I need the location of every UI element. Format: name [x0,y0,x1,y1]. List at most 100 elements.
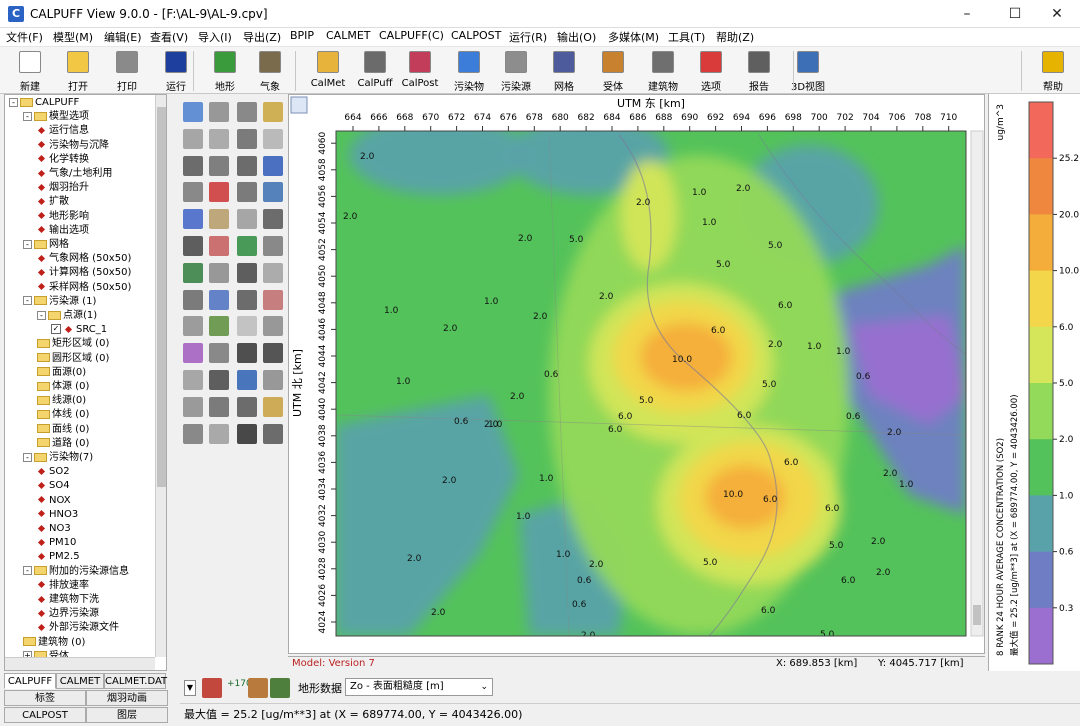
tool-palette-icon[interactable] [183,316,203,337]
tool-palette-icon[interactable] [183,102,203,122]
tool-palette-icon[interactable] [237,423,257,444]
tool-palette-icon[interactable] [209,102,229,122]
pan-tool-icon[interactable] [290,96,308,114]
tool-palette-icon[interactable] [183,236,203,256]
menu-item[interactable]: 工具(T) [668,29,705,45]
toolbar-button[interactable]: 帮助 [1030,49,1076,93]
tree-node[interactable]: 排放速率 [37,579,89,593]
tool-palette-icon[interactable] [209,155,229,176]
tree-node[interactable]: 扩散 [37,195,69,209]
toolbar-button[interactable]: CalPuff [352,49,398,93]
toolbar-button[interactable]: 污染物 [446,49,492,93]
tool-palette-icon[interactable] [209,236,229,256]
menu-item[interactable]: 文件(F) [6,29,43,45]
menu-item[interactable]: 查看(V) [150,29,188,45]
map-vertical-scrollbar[interactable] [970,130,984,637]
tool-palette-icon[interactable] [263,155,283,176]
tree-node[interactable]: 化学转换 [37,153,89,167]
expand-toggle-icon[interactable]: - [23,239,32,249]
tool-palette-icon[interactable] [209,423,229,444]
tree-node[interactable]: - 污染物(7) [23,451,93,465]
tool-palette-icon[interactable] [237,370,257,390]
tree-node[interactable]: 建筑物 (0) [23,636,85,650]
layer-terrain-icon[interactable] [248,678,268,698]
tree-node[interactable]: 面线 (0) [37,423,89,437]
tool-palette-icon[interactable] [237,289,257,310]
tool-palette-icon[interactable] [237,128,257,149]
tree-vertical-scrollbar[interactable] [155,95,166,657]
tool-palette-icon[interactable] [209,182,229,203]
layer-map-icon[interactable] [270,678,290,698]
tree-node[interactable]: 运行信息 [37,124,89,138]
tool-palette-icon[interactable] [209,316,229,337]
panel-tab[interactable]: CALPOST [4,707,86,723]
tree-horizontal-scrollbar[interactable] [5,657,155,670]
tree-node[interactable]: - 模型选项 [23,110,89,124]
tool-palette-icon[interactable] [209,128,229,149]
tree-node[interactable]: PM2.5 [37,550,80,564]
tree-node[interactable]: - 点源(1) [37,309,97,323]
concentration-map-panel[interactable]: 2.0 2.0 1.0 2.0 2.0 1.0 1.0 0.6 2.0 2.0 2.0 1.0 1.0 2… [288,94,985,654]
toolbar-button[interactable]: 新建 [7,49,53,93]
maximize-button[interactable]: ☐ [992,0,1038,28]
tree-node[interactable]: PM10 [37,536,76,550]
tree-node[interactable]: NOX [37,494,71,508]
tool-palette-icon[interactable] [237,262,257,283]
tree-node[interactable]: 边界污染源 [37,607,99,621]
tree-node[interactable]: 计算网格 (50x50) [37,266,131,280]
toolbar-button[interactable]: 网格 [541,49,587,93]
toolbar-button[interactable]: 污染源 [493,49,539,93]
concentration-contour-map[interactable]: 2.02.01.02.02.01.01.00.62.02.02.01.01.02… [289,95,986,655]
panel-tab[interactable]: 图层 [86,707,168,723]
menu-item[interactable]: 编辑(E) [104,29,142,45]
tree-node[interactable]: 圆形区域 (0) [37,352,109,366]
tree-node[interactable]: 烟羽抬升 [37,181,89,195]
menu-item[interactable]: 输出(O) [557,29,596,45]
menu-item[interactable]: 模型(M) [53,29,93,45]
tree-node[interactable]: - 污染源 (1) [23,295,96,309]
tool-palette-icon[interactable] [237,236,257,256]
panel-tab[interactable]: CALPUFF [4,673,56,689]
layer-contour-icon[interactable] [202,678,222,698]
toolbar-button[interactable]: 3D视图 [785,49,831,93]
tool-palette-icon[interactable] [263,370,283,390]
toolbar-button[interactable]: 建筑物 [640,49,686,93]
panel-tab[interactable]: 标签 [4,690,86,706]
expand-toggle-icon[interactable]: - [37,310,46,320]
tool-palette-icon[interactable] [237,182,257,203]
tool-palette-icon[interactable] [183,128,203,149]
toolbar-button[interactable]: 选项 [688,49,734,93]
tree-node[interactable]: 外部污染源文件 [37,621,119,635]
tree-node[interactable]: 面源(0) [37,366,86,380]
menu-item[interactable]: 运行(R) [509,29,547,45]
tool-palette-icon[interactable] [209,343,229,364]
panel-tab[interactable]: CALMET [56,673,104,689]
tool-palette-icon[interactable] [183,370,203,390]
tool-palette-icon[interactable] [263,209,283,230]
tree-node[interactable]: 采样网格 (50x50) [37,281,131,295]
tool-palette-icon[interactable] [209,396,229,417]
tree-node[interactable]: SO2 [37,465,70,479]
tool-palette-icon[interactable] [263,262,283,283]
tool-palette-icon[interactable] [263,343,283,364]
menu-item[interactable]: CALPUFF(C) [379,29,444,42]
tree-node[interactable]: 气象网格 (50x50) [37,252,131,266]
tool-palette-icon[interactable] [263,182,283,203]
toolbar-button[interactable]: 打印 [104,49,150,93]
menu-item[interactable]: 导出(Z) [243,29,281,45]
tool-palette-icon[interactable] [237,343,257,364]
minimize-button[interactable]: – [944,0,990,28]
tree-node[interactable]: 污染物与沉降 [37,139,109,153]
tree-node[interactable]: 地形影响 [37,210,89,224]
tree-node[interactable]: - 网格 [23,238,69,252]
tool-palette-icon[interactable] [263,102,283,122]
tool-palette-icon[interactable] [183,289,203,310]
expand-toggle-icon[interactable]: - [23,111,32,121]
menu-item[interactable]: CALPOST [451,29,501,42]
tool-palette-icon[interactable] [237,155,257,176]
menu-item[interactable]: 导入(I) [198,29,232,45]
expand-toggle-icon[interactable]: - [23,452,32,462]
tool-palette-icon[interactable] [237,102,257,122]
tree-node[interactable]: NO3 [37,522,71,536]
tree-node[interactable]: 体源 (0) [37,380,89,394]
